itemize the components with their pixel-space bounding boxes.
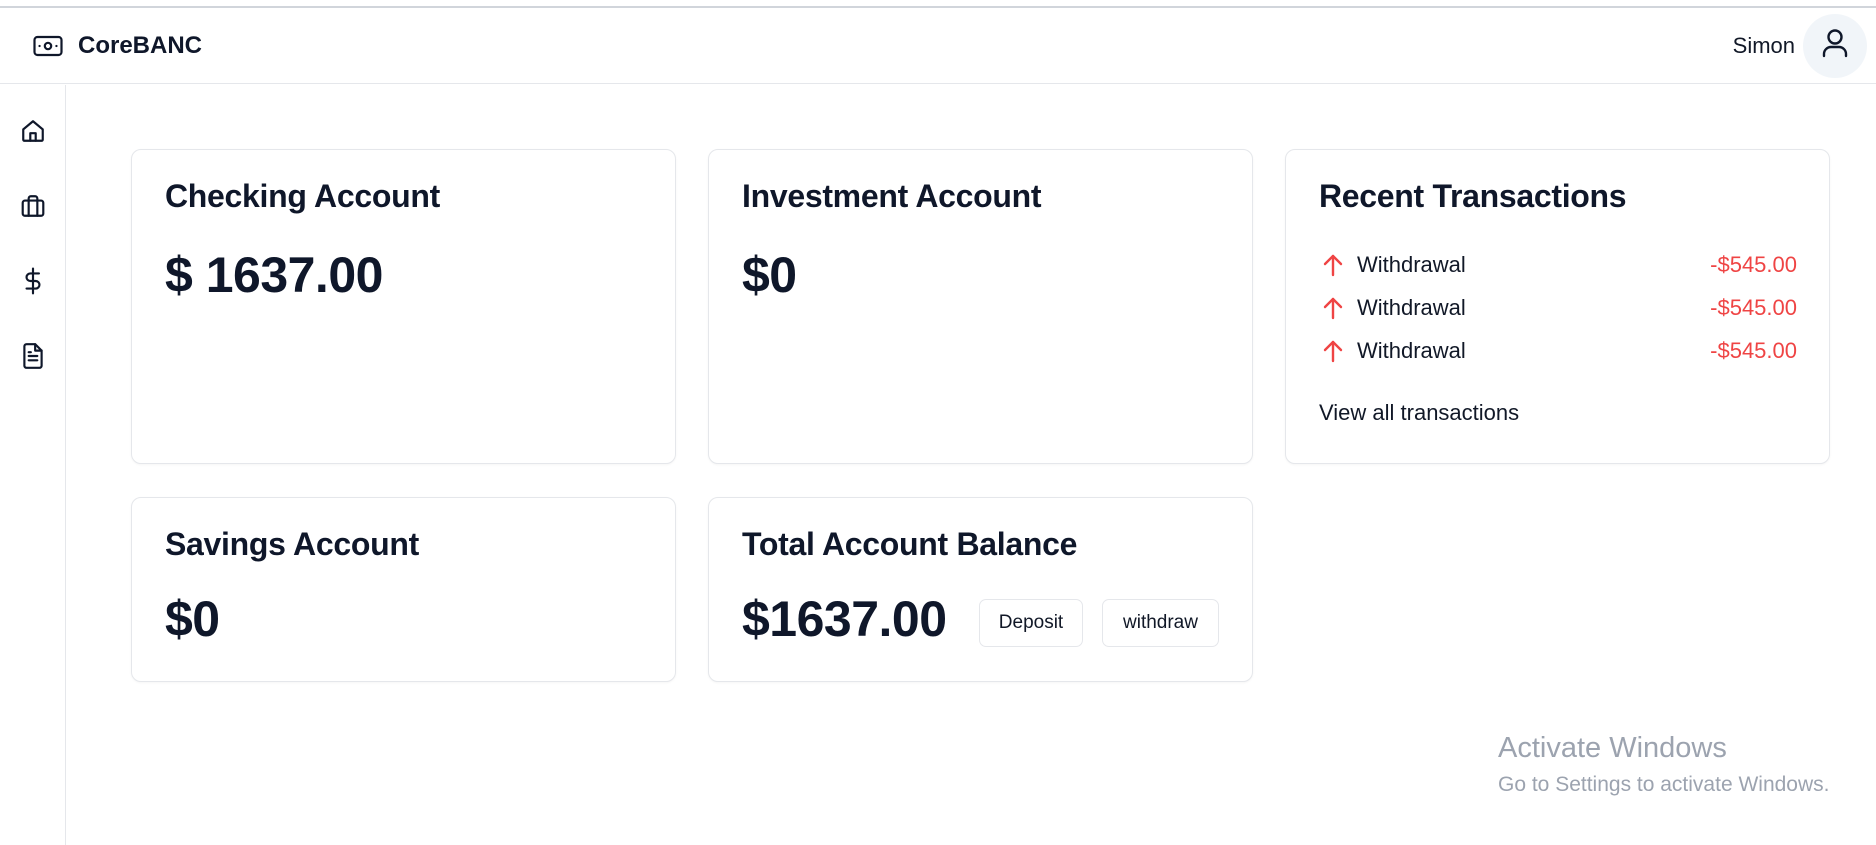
arrow-up-icon [1319,294,1347,322]
avatar[interactable] [1803,13,1867,78]
watermark-subtitle: Go to Settings to activate Windows. [1498,773,1830,796]
transaction-row[interactable]: Withdrawal -$545.00 [1319,291,1797,325]
transaction-row[interactable]: Withdrawal -$545.00 [1319,248,1797,282]
sidebar [0,85,66,845]
savings-account-title: Savings Account [165,526,419,562]
top-header: CoreBANC Simon [0,8,1876,84]
briefcase-icon [20,193,46,224]
user-menu[interactable]: Simon [1732,13,1867,78]
recent-transactions-card: Recent Transactions Withdrawal -$545.00 … [1285,149,1830,464]
transaction-label: Withdrawal [1357,338,1466,363]
savings-account-card: Savings Account $0 [131,497,676,682]
sidebar-item-dollar[interactable] [16,266,50,300]
brand-name: CoreBANC [78,31,203,59]
withdraw-button[interactable]: withdraw [1102,599,1219,647]
transaction-amount: -$545.00 [1710,338,1797,363]
sidebar-item-documents[interactable] [16,341,50,375]
sidebar-item-home[interactable] [16,116,50,150]
watermark-title: Activate Windows [1498,732,1727,764]
savings-account-balance: $0 [165,591,220,647]
dollar-sign-icon [20,267,46,300]
banknote-icon [32,30,64,62]
total-balance-title: Total Account Balance [742,526,1078,562]
user-name: Simon [1732,32,1795,58]
user-icon [1821,28,1849,63]
total-balance-card: Total Account Balance $1637.00 Deposit w… [708,497,1253,682]
sidebar-item-briefcase[interactable] [16,191,50,225]
arrow-up-icon [1319,251,1347,279]
home-icon [20,118,46,149]
investment-account-title: Investment Account [742,178,1042,214]
recent-transactions-title: Recent Transactions [1319,178,1627,214]
arrow-up-icon [1319,337,1347,365]
file-text-icon [20,342,46,375]
activate-windows-watermark: Activate Windows Go to Settings to activ… [1498,732,1830,797]
investment-account-balance: $0 [742,247,797,303]
investment-account-card: Investment Account $0 [708,149,1253,464]
checking-account-balance: $ 1637.00 [165,247,383,303]
transaction-label: Withdrawal [1357,295,1466,320]
total-balance-amount: $1637.00 [742,591,947,647]
transaction-amount: -$545.00 [1710,252,1797,277]
transaction-amount: -$545.00 [1710,295,1797,320]
view-all-transactions-link[interactable]: View all transactions [1319,400,1519,426]
transaction-row[interactable]: Withdrawal -$545.00 [1319,334,1797,368]
checking-account-title: Checking Account [165,178,440,214]
brand-link[interactable]: CoreBANC [32,30,202,62]
checking-account-card: Checking Account $ 1637.00 [131,149,676,464]
deposit-button[interactable]: Deposit [979,599,1083,647]
transaction-label: Withdrawal [1357,252,1466,277]
